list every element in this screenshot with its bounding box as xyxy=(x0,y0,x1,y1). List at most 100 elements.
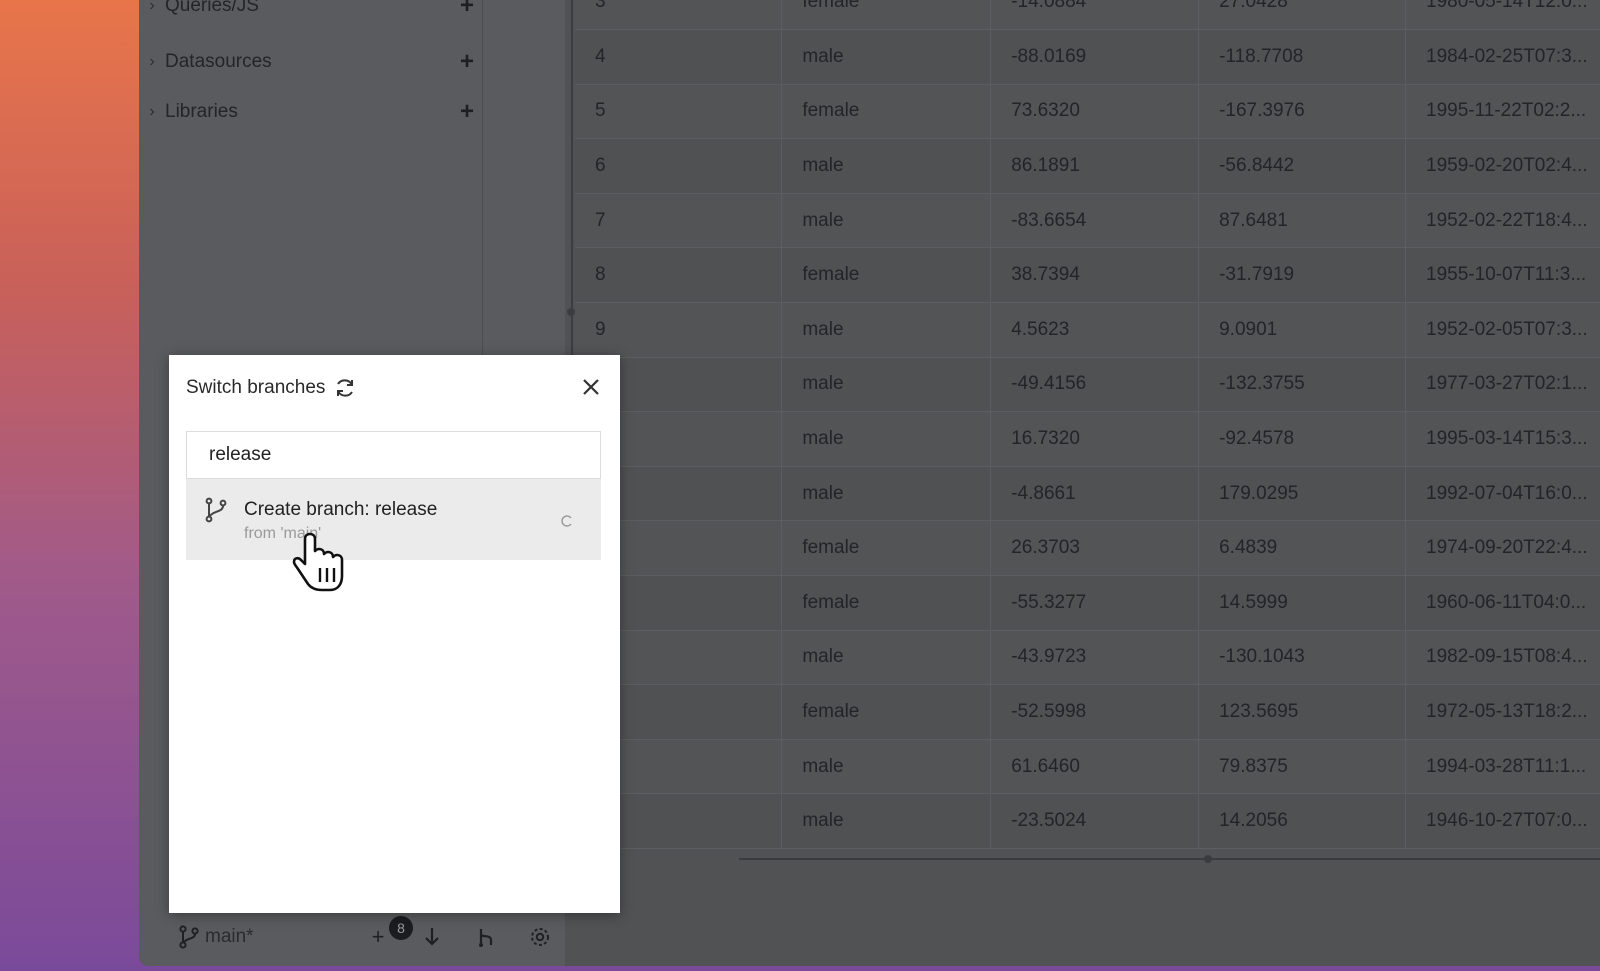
table-cell: 26.3703 xyxy=(990,520,1200,577)
table-cell: female xyxy=(781,84,992,140)
chevron-right-icon: › xyxy=(149,103,155,120)
table-cell: 73.6320 xyxy=(990,84,1200,140)
popup-title: Switch branches xyxy=(186,377,326,398)
create-branch-label: Create branch: release xyxy=(244,499,438,520)
table-cell: 1984-02-25T07:3... xyxy=(1405,29,1600,85)
table-cell: 7 xyxy=(575,193,783,249)
table-cell: 4.5623 xyxy=(990,302,1200,358)
table-row[interactable]: 5 female 73.6320 -167.3976 1995-11-22T02:2..… xyxy=(575,84,1600,140)
add-query-button[interactable]: + xyxy=(455,0,479,20)
table-cell: 1972-05-13T18:2... xyxy=(1405,684,1600,740)
table-cell: male xyxy=(781,357,992,413)
table-cell: 3 xyxy=(575,0,783,31)
plus-icon: + xyxy=(371,924,385,949)
table-row[interactable]: 9 male 4.5623 9.0901 1952-02-05T07:3... xyxy=(575,302,1600,358)
table-row[interactable]: 4 male -88.0169 -118.7708 1984-02-25T07:3... xyxy=(575,29,1600,85)
table-cell: 61.6460 xyxy=(990,739,1200,795)
table-cell: -4.8661 xyxy=(990,466,1200,522)
table-cell: 1992-07-04T16:0... xyxy=(1405,466,1600,522)
branch-search-input[interactable] xyxy=(207,443,591,467)
table-row[interactable]: male 16.7320 -92.4578 1995-03-14T15:3... xyxy=(575,411,1600,467)
table-cell: male xyxy=(781,411,992,467)
gear-icon xyxy=(531,928,549,946)
branch-button[interactable]: main* xyxy=(177,924,254,950)
table-cell: female xyxy=(781,575,992,631)
table-cell: 1982-09-15T08:4... xyxy=(1405,630,1600,686)
commit-button[interactable]: + xyxy=(365,924,391,950)
table-cell: -31.7919 xyxy=(1198,247,1406,304)
refresh-icon[interactable] xyxy=(333,376,357,400)
table-bottom-border xyxy=(739,858,1600,860)
loading-spinner-icon xyxy=(561,515,572,527)
table-cell: 8 xyxy=(575,247,783,304)
resize-handle[interactable] xyxy=(567,308,575,316)
table-cell: male xyxy=(781,630,992,686)
changes-count-badge: 8 xyxy=(389,916,413,940)
table-cell: female xyxy=(781,247,992,304)
arrow-down-icon xyxy=(425,928,439,946)
table-cell: 87.6481 xyxy=(1198,193,1406,249)
branch-label: main* xyxy=(205,926,254,947)
table-cell: 9.0901 xyxy=(1198,302,1406,358)
table-row[interactable]: male -43.9723 -130.1043 1982-09-15T08:4... xyxy=(575,630,1600,686)
table-cell: 9 xyxy=(575,302,783,358)
table-cell: -52.5998 xyxy=(990,684,1200,740)
table-cell: male xyxy=(781,793,992,849)
table-cell: -56.8442 xyxy=(1198,138,1406,194)
bottom-bar: main* + 8 xyxy=(139,910,1600,966)
table-cell: 1980-05-14T12:0... xyxy=(1405,0,1600,31)
table-cell: 1959-02-20T02:4... xyxy=(1405,138,1600,194)
table-cell: 1977-03-27T02:1... xyxy=(1405,357,1600,413)
table-cell: 79.8375 xyxy=(1198,739,1406,795)
add-library-button[interactable]: + xyxy=(455,98,479,126)
table-row[interactable]: female -55.3277 14.5999 1960-06-11T04:0... xyxy=(575,575,1600,631)
table-cell: 14.5999 xyxy=(1198,575,1406,631)
table-cell: -130.1043 xyxy=(1198,630,1406,686)
table-row[interactable]: 3 female -14.0884 27.0428 1980-05-14T12:0... xyxy=(575,0,1600,31)
table-resize-handle[interactable] xyxy=(1204,855,1212,863)
switch-branches-popup: Switch branches Create branch: release f… xyxy=(169,355,620,913)
table-row[interactable]: male -4.8661 179.0295 1992-07-04T16:0... xyxy=(575,466,1600,522)
create-branch-option[interactable]: Create branch: release from 'main' xyxy=(186,479,601,560)
data-table: 3 female -14.0884 27.0428 1980-05-14T12:0...… xyxy=(575,0,1600,860)
table-cell: 1974-09-20T22:4... xyxy=(1405,520,1600,577)
sidebar-item-label: Queries/JS xyxy=(165,0,259,16)
table-cell: 27.0428 xyxy=(1198,0,1406,31)
table-cell: 86.1891 xyxy=(990,138,1200,194)
sidebar-item-label: Libraries xyxy=(165,101,238,122)
table-cell: 1946-10-27T07:0... xyxy=(1405,793,1600,849)
merge-button[interactable] xyxy=(473,924,499,950)
table-cell: 1952-02-05T07:3... xyxy=(1405,302,1600,358)
table-cell: -49.4156 xyxy=(990,357,1200,413)
chevron-right-icon: › xyxy=(149,0,155,14)
sidebar-item-datasources[interactable]: › Datasources + xyxy=(139,42,479,82)
pull-button[interactable] xyxy=(419,924,445,950)
table-cell: -14.0884 xyxy=(990,0,1200,31)
table-row[interactable]: male -49.4156 -132.3755 1977-03-27T02:1... xyxy=(575,357,1600,413)
table-cell: -55.3277 xyxy=(990,575,1200,631)
table-cell: 14.2056 xyxy=(1198,793,1406,849)
table-cell: male xyxy=(781,302,992,358)
table-row[interactable]: male 61.6460 79.8375 1994-03-28T11:1... xyxy=(575,739,1600,795)
table-cell: -83.6654 xyxy=(990,193,1200,249)
table-row[interactable]: male -23.5024 14.2056 1946-10-27T07:0... xyxy=(575,793,1600,849)
git-branch-icon xyxy=(205,497,227,523)
pointer-hand-icon xyxy=(292,532,344,592)
table-cell: female xyxy=(781,520,992,577)
table-cell: -23.5024 xyxy=(990,793,1200,849)
table-row[interactable]: 6 male 86.1891 -56.8442 1959-02-20T02:4... xyxy=(575,138,1600,194)
table-row[interactable]: female -52.5998 123.5695 1972-05-13T18:2... xyxy=(575,684,1600,740)
popup-header: Switch branches xyxy=(186,373,603,403)
git-settings-button[interactable] xyxy=(527,924,553,950)
table-row[interactable]: 7 male -83.6654 87.6481 1952-02-22T18:4... xyxy=(575,193,1600,249)
table-cell: male xyxy=(781,29,992,85)
table-cell: -118.7708 xyxy=(1198,29,1406,85)
table-row[interactable]: 8 female 38.7394 -31.7919 1955-10-07T11:3... xyxy=(575,247,1600,304)
table-cell: -43.9723 xyxy=(990,630,1200,686)
sidebar-item-queries[interactable]: › Queries/JS + xyxy=(139,0,479,26)
add-datasource-button[interactable]: + xyxy=(455,48,479,76)
sidebar-item-libraries[interactable]: › Libraries + xyxy=(139,92,479,132)
table-row[interactable]: female 26.3703 6.4839 1974-09-20T22:4... xyxy=(575,520,1600,577)
close-icon[interactable] xyxy=(579,375,603,399)
branch-search-field[interactable] xyxy=(186,431,601,479)
